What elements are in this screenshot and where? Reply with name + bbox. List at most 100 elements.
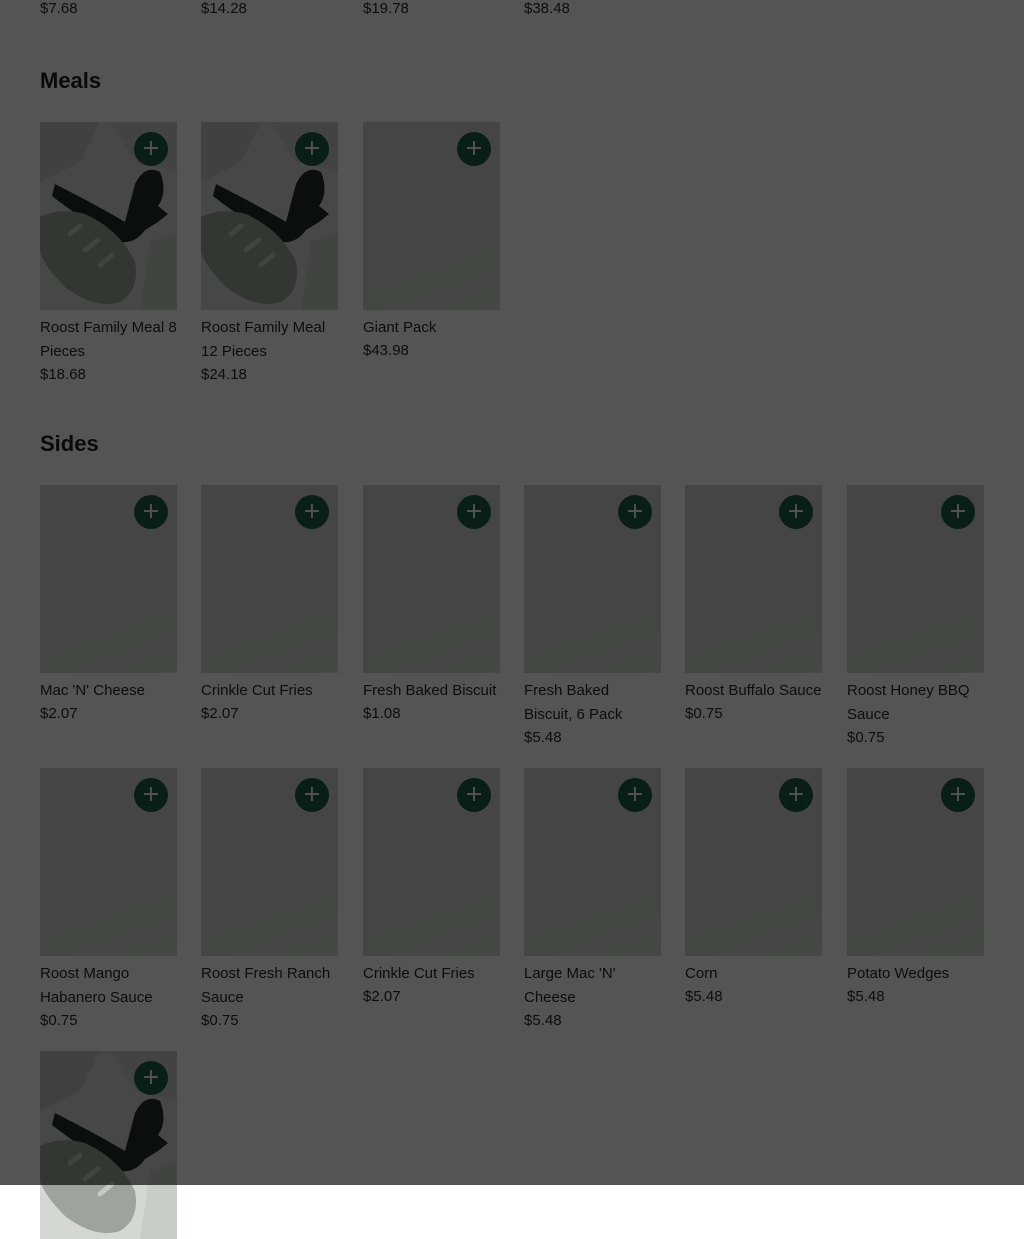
plus-icon: + xyxy=(948,499,968,524)
product-image[interactable]: + xyxy=(524,768,661,956)
add-to-cart-button[interactable]: + xyxy=(779,778,813,812)
product-image[interactable]: + xyxy=(363,768,500,956)
item-price: $0.75 xyxy=(847,729,885,746)
product-image[interactable]: + xyxy=(201,122,338,310)
plus-icon: + xyxy=(141,499,161,524)
plus-icon: + xyxy=(786,782,806,807)
plus-icon: + xyxy=(464,782,484,807)
item-name[interactable]: Fresh Baked Biscuit, 6 Pack xyxy=(524,679,661,727)
plus-icon: + xyxy=(464,136,484,161)
product-image[interactable]: + xyxy=(847,768,984,956)
item-price: $0.75 xyxy=(685,705,723,722)
item-price: $5.48 xyxy=(685,988,723,1005)
item-name[interactable]: Giant Pack xyxy=(363,316,500,340)
product-image[interactable]: + xyxy=(524,485,661,673)
item-name[interactable]: Mac 'N' Cheese xyxy=(40,679,177,703)
product-card[interactable]: + Fresh Baked Biscuit, 6 Pack $5.48 xyxy=(524,485,661,749)
plus-icon: + xyxy=(141,1065,161,1090)
plus-icon: + xyxy=(302,136,322,161)
item-price: $19.78 xyxy=(363,0,409,17)
item-price: $0.75 xyxy=(201,1012,239,1029)
item-name[interactable]: Roost Mango Habanero Sauce xyxy=(40,962,177,1010)
product-card[interactable]: + Potato Wedges $5.48 xyxy=(847,768,984,1008)
item-price: $24.18 xyxy=(201,366,247,383)
add-to-cart-button[interactable]: + xyxy=(457,132,491,166)
product-card[interactable]: + Mac 'N' Cheese $2.07 xyxy=(40,485,177,725)
product-card[interactable]: + Roost Family Meal 8 Pieces $18.68 xyxy=(40,122,177,386)
plus-icon: + xyxy=(948,782,968,807)
item-price: $5.48 xyxy=(524,729,562,746)
item-name[interactable]: Corn xyxy=(685,962,822,986)
item-price: $43.98 xyxy=(363,342,409,359)
item-name[interactable]: Roost Family Meal 8 Pieces xyxy=(40,316,177,364)
product-image[interactable]: + xyxy=(363,122,500,310)
item-name[interactable]: Large Mac 'N' Cheese xyxy=(524,962,661,1010)
plus-icon: + xyxy=(625,782,645,807)
item-price: $5.48 xyxy=(524,1012,562,1029)
item-name[interactable]: Fresh Baked Biscuit xyxy=(363,679,500,703)
add-to-cart-button[interactable]: + xyxy=(134,1061,168,1095)
product-image[interactable]: + xyxy=(847,485,984,673)
add-to-cart-button[interactable]: + xyxy=(779,495,813,529)
item-price: $18.68 xyxy=(40,366,86,383)
product-card[interactable]: + Corn $5.48 xyxy=(685,768,822,1008)
item-price: $2.07 xyxy=(201,705,239,722)
plus-icon: + xyxy=(625,499,645,524)
product-card[interactable]: + Roost Fresh Ranch Sauce $0.75 xyxy=(201,768,338,1032)
product-card[interactable]: + Crinkle Cut Fries $2.07 xyxy=(363,768,500,1008)
product-card[interactable]: + Fresh Baked Biscuit $1.08 xyxy=(363,485,500,725)
add-to-cart-button[interactable]: + xyxy=(134,778,168,812)
item-name[interactable]: Roost Honey BBQ Sauce xyxy=(847,679,984,727)
product-image[interactable]: + xyxy=(40,122,177,310)
section-title-sides: Sides xyxy=(40,431,99,456)
item-name[interactable]: Crinkle Cut Fries xyxy=(201,679,338,703)
product-card[interactable]: + Roost Buffalo Sauce $0.75 xyxy=(685,485,822,725)
product-card[interactable]: + Roost Family Meal 12 Pieces $24.18 xyxy=(201,122,338,386)
add-to-cart-button[interactable]: + xyxy=(457,778,491,812)
item-price: $2.07 xyxy=(40,705,78,722)
product-card[interactable]: + Roost Honey BBQ Sauce $0.75 xyxy=(847,485,984,749)
product-image[interactable]: + xyxy=(40,768,177,956)
product-image[interactable]: + xyxy=(40,1051,177,1239)
product-image[interactable]: + xyxy=(201,485,338,673)
plus-icon: + xyxy=(786,499,806,524)
item-price: $0.75 xyxy=(40,1012,78,1029)
plus-icon: + xyxy=(302,782,322,807)
product-image[interactable]: + xyxy=(363,485,500,673)
item-price: $7.68 xyxy=(40,0,78,17)
item-price: $38.48 xyxy=(524,0,570,17)
item-name[interactable]: Potato Wedges xyxy=(847,962,984,986)
add-to-cart-button[interactable]: + xyxy=(134,495,168,529)
plus-icon: + xyxy=(464,499,484,524)
add-to-cart-button[interactable]: + xyxy=(618,495,652,529)
add-to-cart-button[interactable]: + xyxy=(295,132,329,166)
product-image[interactable]: + xyxy=(685,768,822,956)
item-name[interactable]: Roost Fresh Ranch Sauce xyxy=(201,962,338,1010)
add-to-cart-button[interactable]: + xyxy=(295,778,329,812)
add-to-cart-button[interactable]: + xyxy=(941,495,975,529)
product-card[interactable]: + Large Mac 'N' Cheese $5.48 xyxy=(524,768,661,1032)
section-title-meals: Meals xyxy=(40,68,102,93)
add-to-cart-button[interactable]: + xyxy=(134,132,168,166)
menu-page: $7.68 $14.28 $19.78 $38.48 Meals + Roost … xyxy=(0,0,1024,1239)
add-to-cart-button[interactable]: + xyxy=(618,778,652,812)
product-image[interactable]: + xyxy=(685,485,822,673)
plus-icon: + xyxy=(141,136,161,161)
product-image[interactable]: + xyxy=(40,485,177,673)
item-price: $5.48 xyxy=(847,988,885,1005)
product-card[interactable]: + Giant Pack $43.98 xyxy=(363,122,500,362)
add-to-cart-button[interactable]: + xyxy=(941,778,975,812)
product-image[interactable]: + xyxy=(201,768,338,956)
product-card[interactable]: + Crinkle Cut Fries $2.07 xyxy=(201,485,338,725)
plus-icon: + xyxy=(302,499,322,524)
add-to-cart-button[interactable]: + xyxy=(295,495,329,529)
product-card[interactable]: + xyxy=(40,1051,177,1239)
item-name[interactable]: Crinkle Cut Fries xyxy=(363,962,500,986)
item-name[interactable]: Roost Buffalo Sauce xyxy=(685,679,822,703)
product-card[interactable]: + Roost Mango Habanero Sauce $0.75 xyxy=(40,768,177,1032)
add-to-cart-button[interactable]: + xyxy=(457,495,491,529)
plus-icon: + xyxy=(141,782,161,807)
item-price: $2.07 xyxy=(363,988,401,1005)
item-price: $1.08 xyxy=(363,705,401,722)
item-name[interactable]: Roost Family Meal 12 Pieces xyxy=(201,316,338,364)
